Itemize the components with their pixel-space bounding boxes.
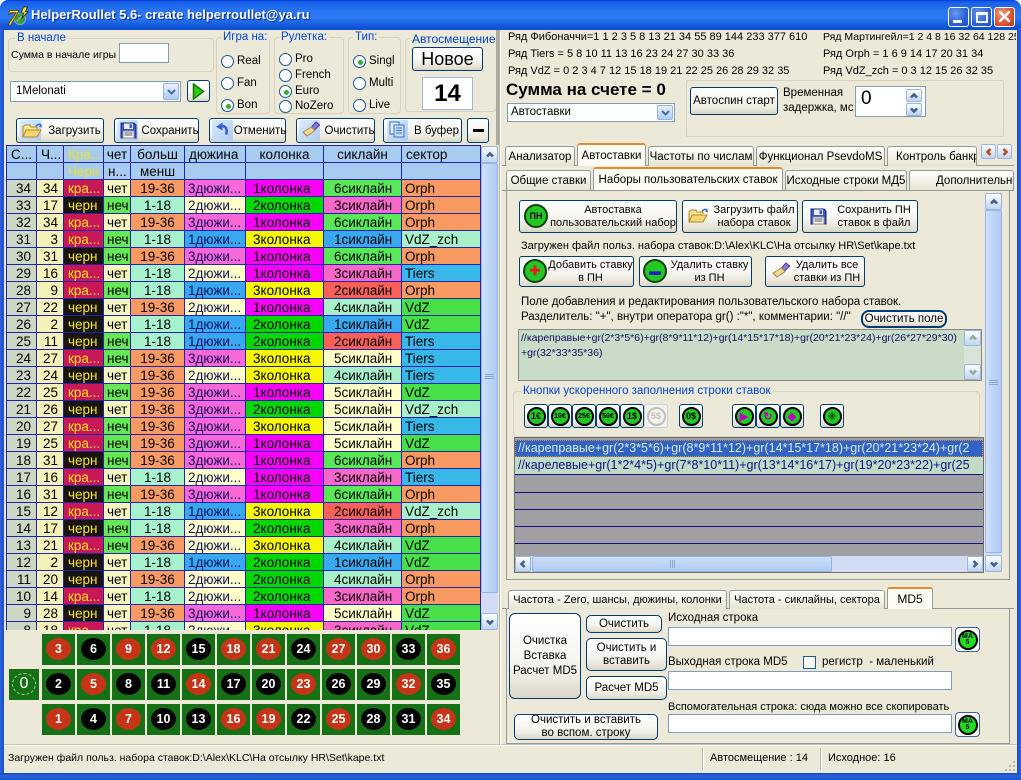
svg-text:7: 7	[7, 5, 19, 28]
